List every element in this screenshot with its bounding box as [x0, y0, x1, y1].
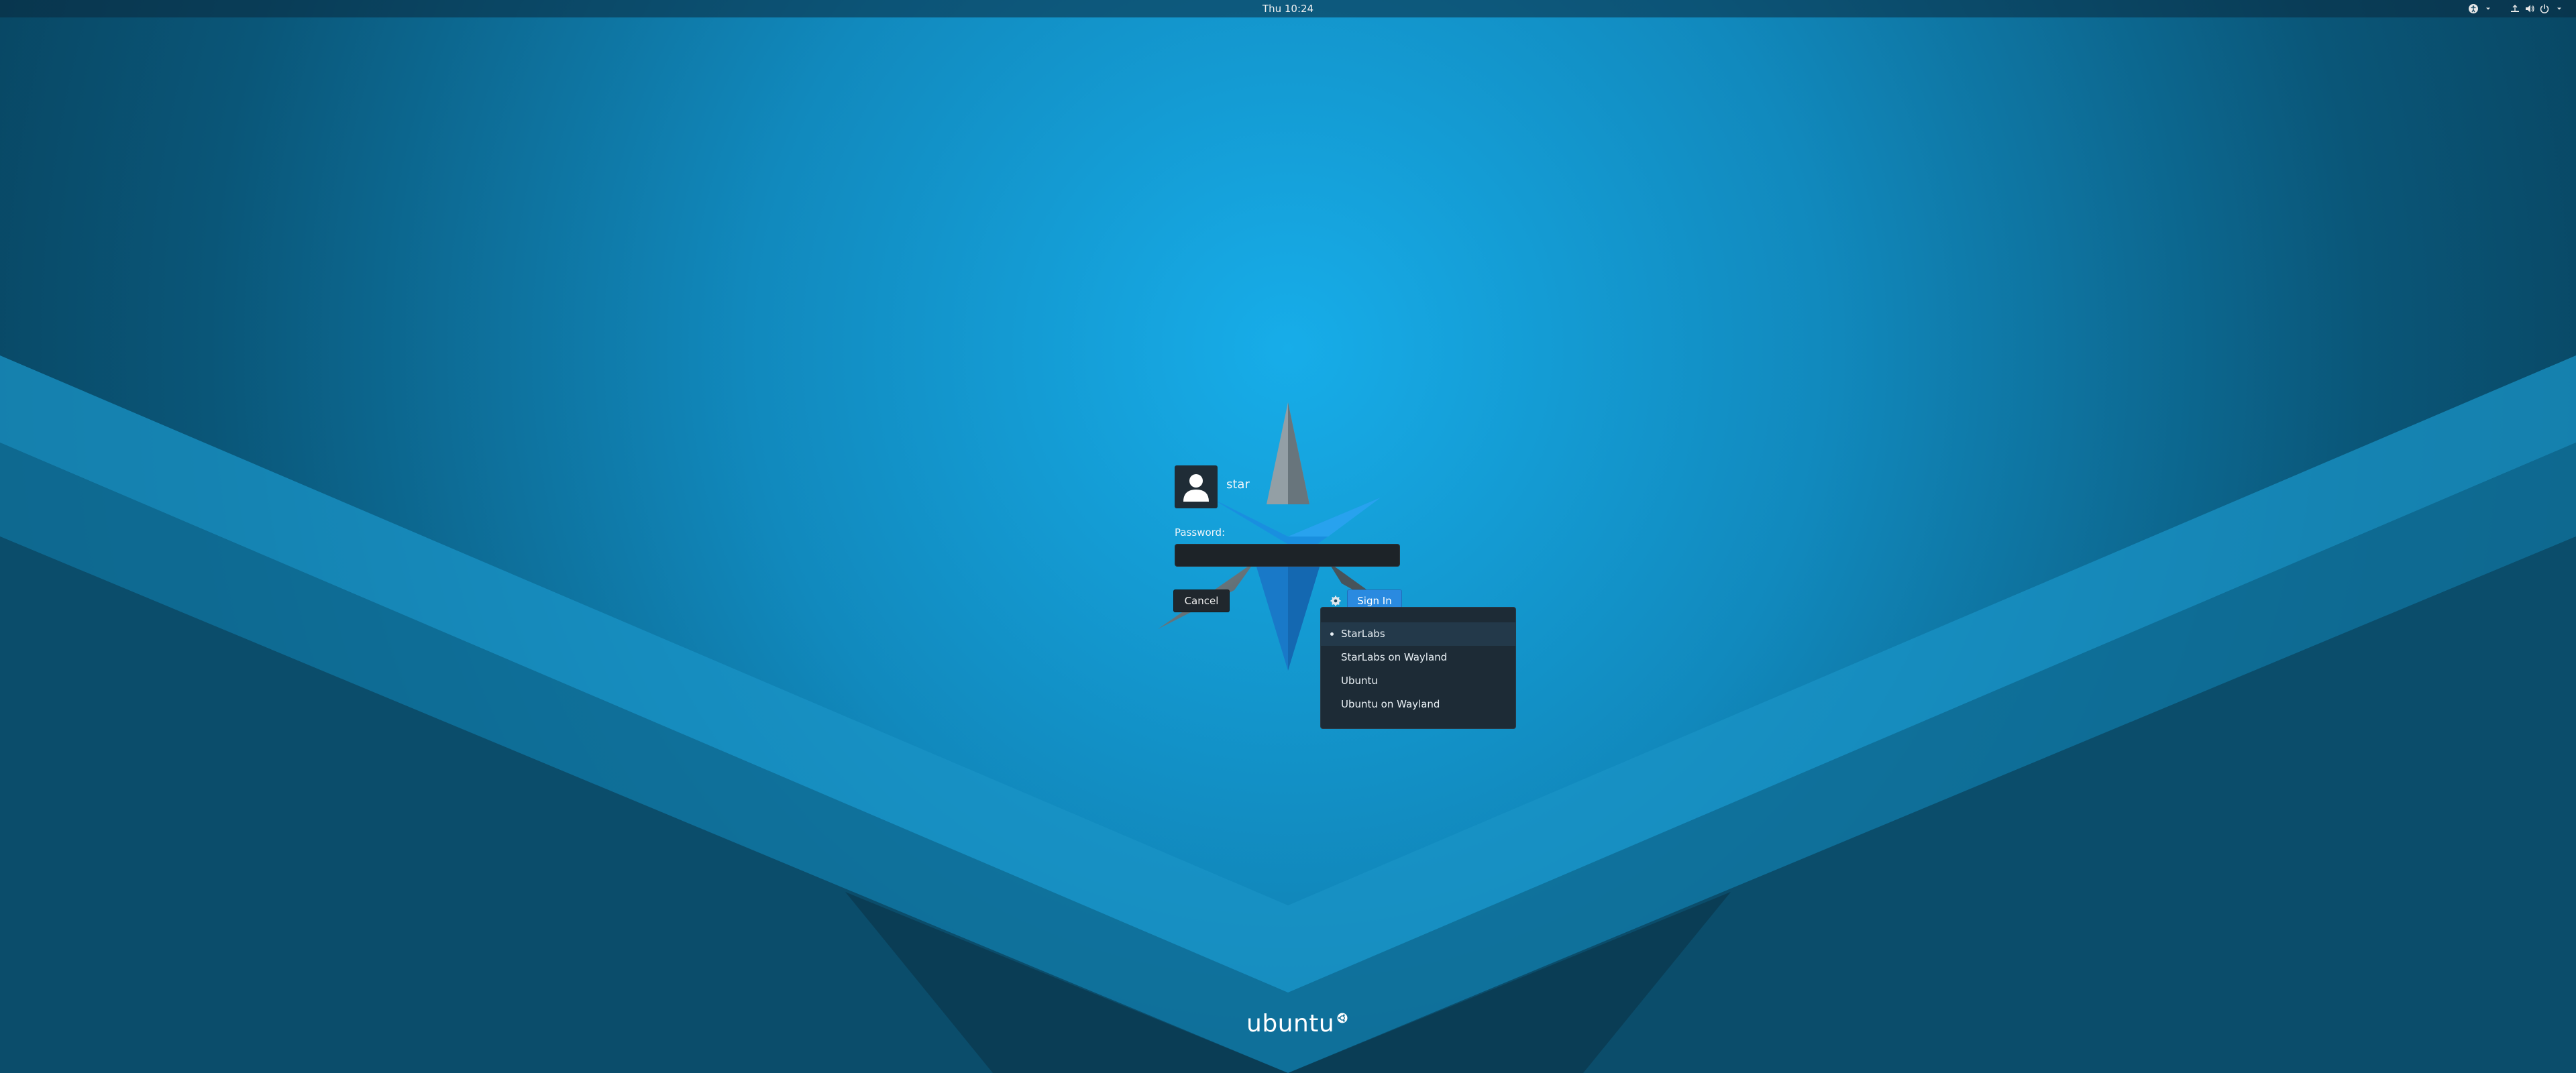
- menu-item-label: Ubuntu: [1341, 675, 1378, 687]
- menu-item-label: StarLabs: [1341, 628, 1385, 640]
- chevron-down-icon[interactable]: [2481, 0, 2496, 17]
- session-item-ubuntu-wayland[interactable]: Ubuntu on Wayland: [1321, 693, 1515, 716]
- menu-item-label: Ubuntu on Wayland: [1341, 698, 1440, 710]
- username: star: [1226, 477, 1250, 492]
- session-item-ubuntu[interactable]: Ubuntu: [1321, 669, 1515, 693]
- volume-icon[interactable]: [2522, 0, 2537, 17]
- network-icon[interactable]: [2508, 0, 2522, 17]
- wallpaper: [0, 0, 2576, 1073]
- user-icon: [1183, 474, 1209, 502]
- password-field[interactable]: [1175, 544, 1400, 567]
- top-bar: Thu 10:24: [0, 0, 2576, 17]
- session-menu: StarLabs StarLabs on Wayland Ubuntu Ubun…: [1320, 607, 1516, 729]
- ubuntu-logo: ubuntu: [1246, 1010, 1348, 1037]
- ubuntu-wordmark: ubuntu: [1246, 1010, 1335, 1037]
- user-avatar: [1175, 465, 1218, 508]
- session-item-starlabs-wayland[interactable]: StarLabs on Wayland: [1321, 646, 1515, 669]
- accessibility-icon[interactable]: [2466, 0, 2481, 17]
- power-icon[interactable]: [2537, 0, 2552, 17]
- session-settings-button[interactable]: [1328, 594, 1343, 608]
- session-item-starlabs[interactable]: StarLabs: [1321, 622, 1515, 646]
- gear-icon: [1330, 596, 1341, 606]
- menu-item-label: StarLabs on Wayland: [1341, 651, 1448, 663]
- cancel-button[interactable]: Cancel: [1173, 589, 1230, 612]
- system-tray[interactable]: [2466, 0, 2567, 17]
- selected-bullet-icon: [1330, 632, 1334, 636]
- password-label: Password:: [1175, 526, 1226, 539]
- clock[interactable]: Thu 10:24: [0, 0, 2576, 17]
- menu-arrow-icon[interactable]: [2552, 0, 2567, 17]
- ubuntu-circle-icon: [1337, 1013, 1348, 1023]
